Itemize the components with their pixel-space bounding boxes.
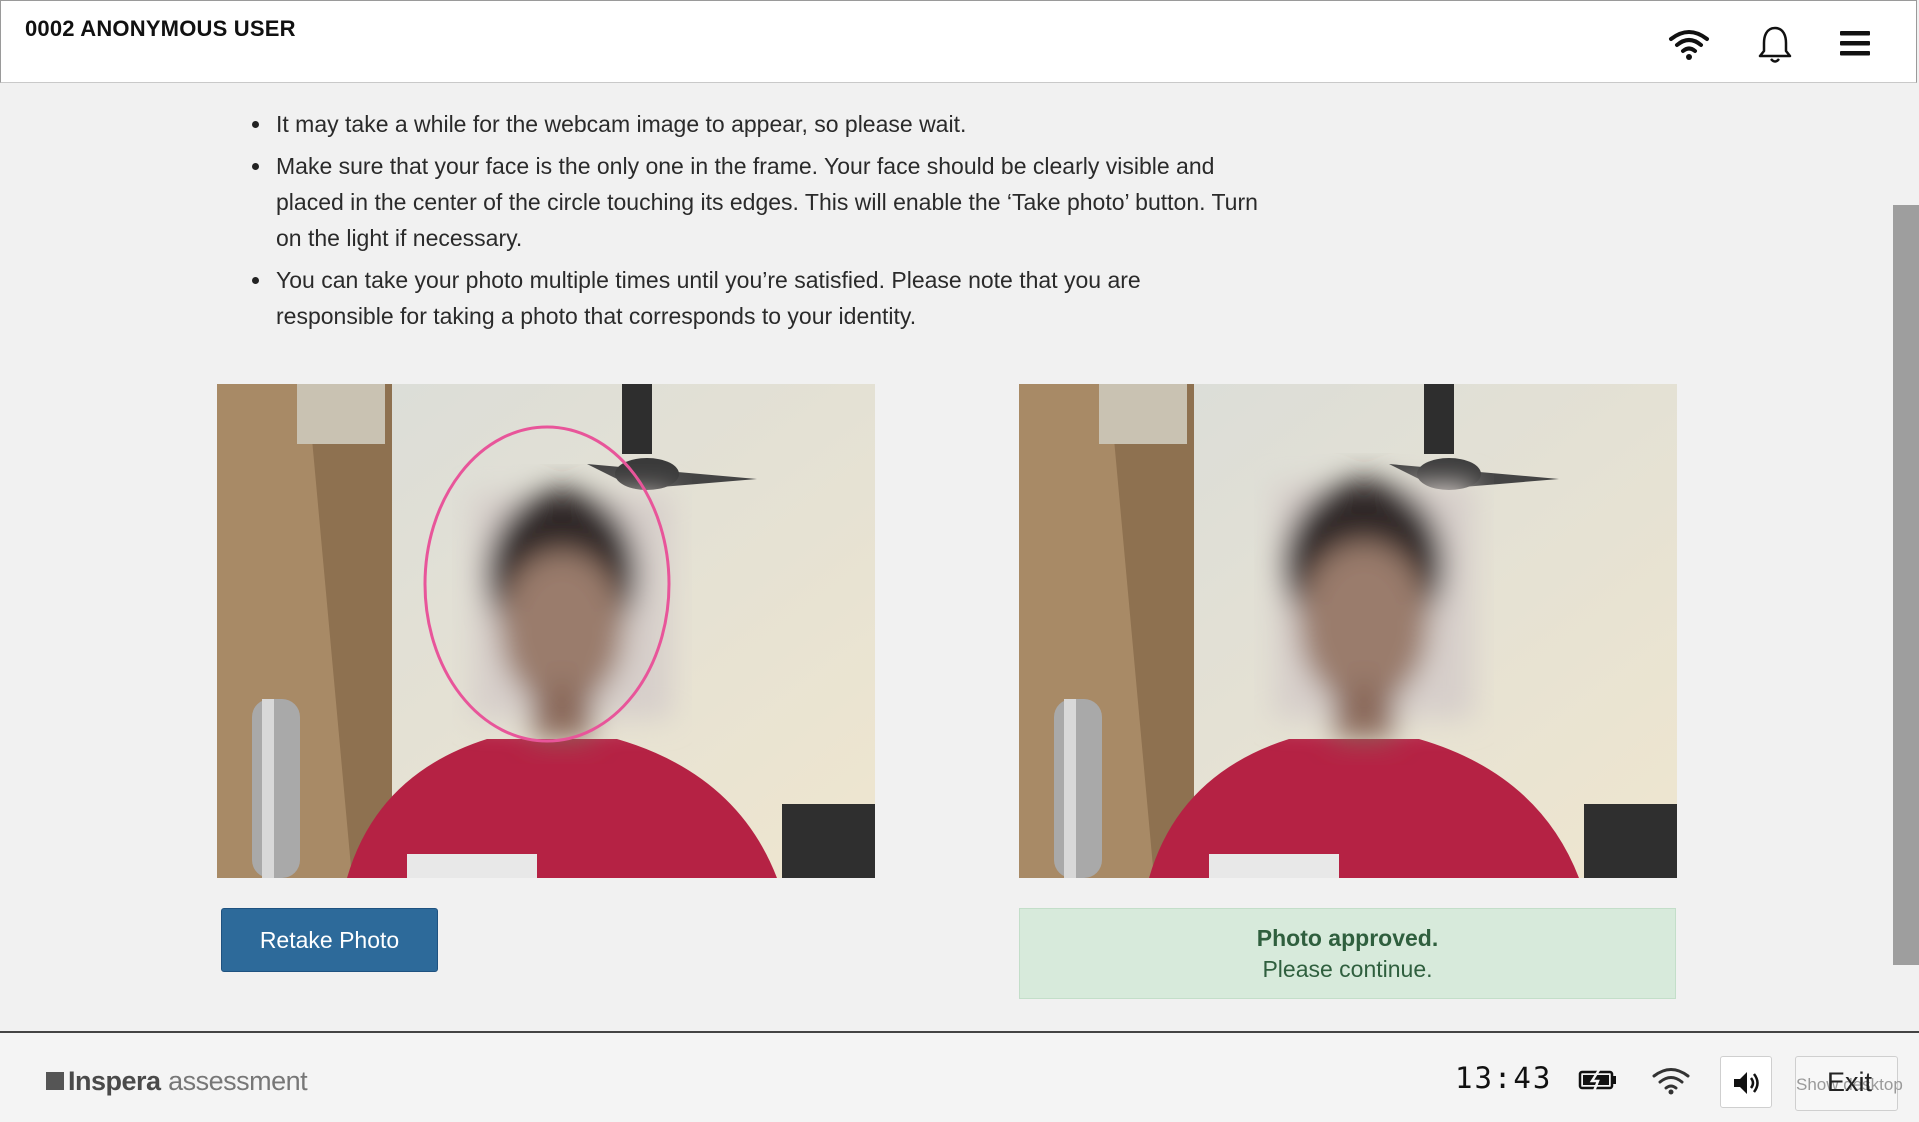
approved-title: Photo approved. <box>1256 925 1439 951</box>
top-bar: 0002 ANONYMOUS USER <box>0 0 1917 83</box>
battery-icon <box>1578 1067 1618 1098</box>
bell-icon[interactable] <box>1753 23 1797 67</box>
instruction-item: It may take a while for the webcam image… <box>252 106 1292 142</box>
speaker-icon <box>1734 1072 1759 1094</box>
instruction-item: Make sure that your face is the only one… <box>252 148 1286 256</box>
menu-icon[interactable] <box>1834 23 1878 67</box>
webcam-image <box>217 384 875 878</box>
scrollbar-thumb[interactable] <box>1893 205 1919 965</box>
instruction-list: It may take a while for the webcam image… <box>252 106 1292 340</box>
wifi-icon[interactable] <box>1667 23 1711 67</box>
volume-button[interactable] <box>1720 1056 1772 1108</box>
inspera-logo: Inspera assessment <box>46 1066 308 1097</box>
retake-photo-button[interactable]: Retake Photo <box>221 908 438 972</box>
user-name: 0002 ANONYMOUS USER <box>25 16 296 41</box>
captured-image <box>1019 384 1677 878</box>
exit-button[interactable]: Show desktop Exit <box>1795 1056 1903 1111</box>
photo-approved-alert: Photo approved. Please continue. <box>1019 908 1676 999</box>
clock: 13:43 <box>1455 1061 1553 1095</box>
exit-label: Exit <box>1827 1067 1873 1097</box>
approved-message: Please continue. <box>1262 956 1433 982</box>
instruction-item: You can take your photo multiple times u… <box>252 262 1236 334</box>
captured-photo <box>1019 384 1677 878</box>
bottom-bar: Inspera assessment 13:43 Show desktop Ex… <box>0 1031 1919 1122</box>
logo-mark-icon <box>46 1072 64 1090</box>
webcam-live-feed <box>217 384 875 878</box>
wifi-icon[interactable] <box>1651 1065 1691 1100</box>
photo-capture-page: It may take a while for the webcam image… <box>0 84 1919 1116</box>
